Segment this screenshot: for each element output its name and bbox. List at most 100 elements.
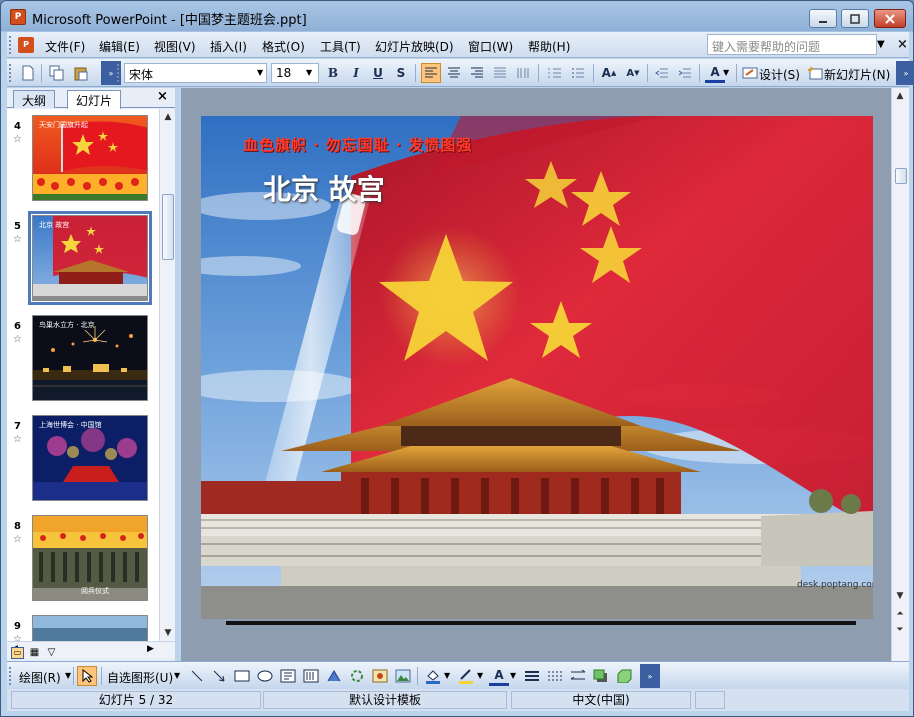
minimize-button[interactable] xyxy=(809,9,837,28)
slideshow-view-icon[interactable]: ▽ xyxy=(45,647,58,659)
font-name-select[interactable]: 宋体 xyxy=(124,63,267,83)
font-color-dropdown-icon[interactable]: ▼ xyxy=(723,68,729,77)
paste-icon[interactable] xyxy=(71,63,91,83)
design-button[interactable]: 设计(S) xyxy=(759,66,800,83)
menu-format[interactable]: 格式(O) xyxy=(262,38,305,55)
previous-slide-icon[interactable]: ⏶ xyxy=(892,606,908,622)
design-template-status[interactable]: 默认设计模板 xyxy=(263,691,507,709)
scroll-up-icon[interactable]: ▲ xyxy=(892,88,908,104)
new-slide-icon[interactable] xyxy=(805,63,825,83)
menu-help[interactable]: 帮助(H) xyxy=(528,38,570,55)
pane-close-icon[interactable]: × xyxy=(157,89,168,104)
line-style-icon[interactable] xyxy=(522,666,542,686)
maximize-button[interactable] xyxy=(841,9,869,28)
font-color-button[interactable]: A xyxy=(705,63,725,83)
menu-insert[interactable]: 插入(I) xyxy=(210,38,247,55)
help-search-input[interactable]: 键入需要帮助的问题 xyxy=(707,34,877,55)
size-dropdown-icon[interactable]: ▼ xyxy=(306,68,312,77)
decrease-indent-icon[interactable] xyxy=(652,63,672,83)
new-slide-button[interactable]: 新幻灯片(N) xyxy=(824,66,890,83)
toolbar-grip[interactable] xyxy=(117,64,120,82)
increase-indent-icon[interactable] xyxy=(675,63,695,83)
increase-font-icon[interactable]: A ▲ xyxy=(599,63,619,83)
menu-file[interactable]: 文件(F) xyxy=(45,38,85,55)
slide-thumbnail-9[interactable] xyxy=(32,615,148,641)
textbox-tool-icon[interactable] xyxy=(278,666,298,686)
toolbar-options-icon[interactable]: » xyxy=(640,664,660,688)
document-close-icon[interactable]: × xyxy=(897,37,908,52)
slide-scrollbar[interactable]: ▲ ▼ ⏶ ⏷ xyxy=(891,88,909,661)
clipart-icon[interactable] xyxy=(370,666,390,686)
copy-icon[interactable] xyxy=(47,63,67,83)
scrollbar-thumb[interactable] xyxy=(162,194,174,260)
menu-grip[interactable] xyxy=(9,36,12,54)
menu-window[interactable]: 窗口(W) xyxy=(468,38,513,55)
current-slide[interactable]: 血色旗帜 · 勿忘国耻 · 发愤图强 北京 故宫 desk.poptang.co… xyxy=(201,116,873,619)
help-dropdown-icon[interactable]: ▼ xyxy=(877,39,885,50)
autoshapes-dropdown-icon[interactable]: ▼ xyxy=(174,671,180,680)
shadow-button[interactable]: S xyxy=(391,63,411,83)
shadow-style-icon[interactable] xyxy=(591,666,611,686)
line-tool-icon[interactable] xyxy=(187,666,207,686)
diagram-icon[interactable] xyxy=(347,666,367,686)
slide-thumbnail-6[interactable]: 鸟巢水立方 · 北京 xyxy=(32,315,148,401)
line-color-icon[interactable] xyxy=(456,666,476,686)
scroll-right-icon[interactable]: ▶ xyxy=(147,644,154,654)
slide-thumbnail-4[interactable]: 天安门国旗升起 xyxy=(32,115,148,201)
scroll-up-icon[interactable]: ▲ xyxy=(160,109,176,125)
fill-color-icon[interactable] xyxy=(423,666,443,686)
insert-picture-icon[interactable] xyxy=(393,666,413,686)
slide-sorter-icon[interactable]: ▦ xyxy=(28,647,41,659)
draw-font-color-icon[interactable]: A xyxy=(489,666,509,686)
arrow-tool-icon[interactable] xyxy=(209,666,229,686)
scroll-down-icon[interactable]: ▼ xyxy=(892,588,908,604)
underline-button[interactable]: U xyxy=(368,63,388,83)
autoshapes-button[interactable]: 自选图形(U) xyxy=(107,669,173,686)
slide-title[interactable]: 北京 故宫 xyxy=(263,168,385,208)
title-bar[interactable]: P Microsoft PowerPoint - [中国梦主题班会.ppt] xyxy=(1,1,913,31)
dash-style-icon[interactable] xyxy=(545,666,565,686)
normal-view-icon[interactable]: ▭ xyxy=(11,647,24,659)
draw-dropdown-icon[interactable]: ▼ xyxy=(65,671,71,680)
menu-edit[interactable]: 编辑(E) xyxy=(99,38,140,55)
next-slide-icon[interactable]: ⏷ xyxy=(892,622,908,638)
draw-font-color-dropdown-icon[interactable]: ▼ xyxy=(510,671,516,680)
scroll-down-icon[interactable]: ▼ xyxy=(160,625,176,641)
document-icon[interactable]: P xyxy=(18,37,34,53)
italic-button[interactable]: I xyxy=(346,63,366,83)
slide-thumbnail-7[interactable]: 上海世博会 · 中国馆 xyxy=(32,415,148,501)
numbering-button[interactable] xyxy=(545,63,565,83)
select-pointer-button[interactable] xyxy=(77,666,97,686)
powerpoint-icon[interactable]: P xyxy=(10,9,26,25)
slide-thumbnail-8[interactable]: 阅兵仪式 xyxy=(32,515,148,601)
bullets-button[interactable] xyxy=(568,63,588,83)
menu-view[interactable]: 视图(V) xyxy=(154,38,196,55)
align-left-button[interactable] xyxy=(421,63,441,83)
rectangle-tool-icon[interactable] xyxy=(232,666,252,686)
align-center-button[interactable] xyxy=(444,63,464,83)
wordart-icon[interactable] xyxy=(324,666,344,686)
line-color-dropdown-icon[interactable]: ▼ xyxy=(477,671,483,680)
slide-tagline[interactable]: 血色旗帜 · 勿忘国耻 · 发愤图强 xyxy=(243,134,472,155)
scrollbar-thumb[interactable] xyxy=(895,168,907,184)
menu-slideshow[interactable]: 幻灯片放映(D) xyxy=(375,38,454,55)
new-document-icon[interactable] xyxy=(18,63,38,83)
toolbar-grip[interactable] xyxy=(9,667,12,685)
toolbar-options-icon[interactable]: » xyxy=(896,61,914,85)
oval-tool-icon[interactable] xyxy=(255,666,275,686)
fill-dropdown-icon[interactable]: ▼ xyxy=(444,671,450,680)
toolbar-grip[interactable] xyxy=(9,64,12,82)
font-dropdown-icon[interactable]: ▼ xyxy=(257,68,263,77)
design-icon[interactable] xyxy=(740,63,760,83)
thumbnail-scrollbar[interactable]: ▲ ▼ xyxy=(159,109,175,641)
slide-thumbnail-5[interactable]: 北京 故宫 xyxy=(28,211,152,305)
menu-tools[interactable]: 工具(T) xyxy=(320,38,361,55)
draw-menu-button[interactable]: 绘图(R) xyxy=(19,669,61,686)
tab-slides[interactable]: 幻灯片 xyxy=(67,90,122,109)
decrease-font-icon[interactable]: A ▼ xyxy=(623,63,643,83)
distribute-button[interactable] xyxy=(513,63,533,83)
vertical-textbox-icon[interactable] xyxy=(301,666,321,686)
tab-outline[interactable]: 大纲 xyxy=(13,90,56,108)
align-right-button[interactable] xyxy=(467,63,487,83)
3d-style-icon[interactable] xyxy=(614,666,634,686)
